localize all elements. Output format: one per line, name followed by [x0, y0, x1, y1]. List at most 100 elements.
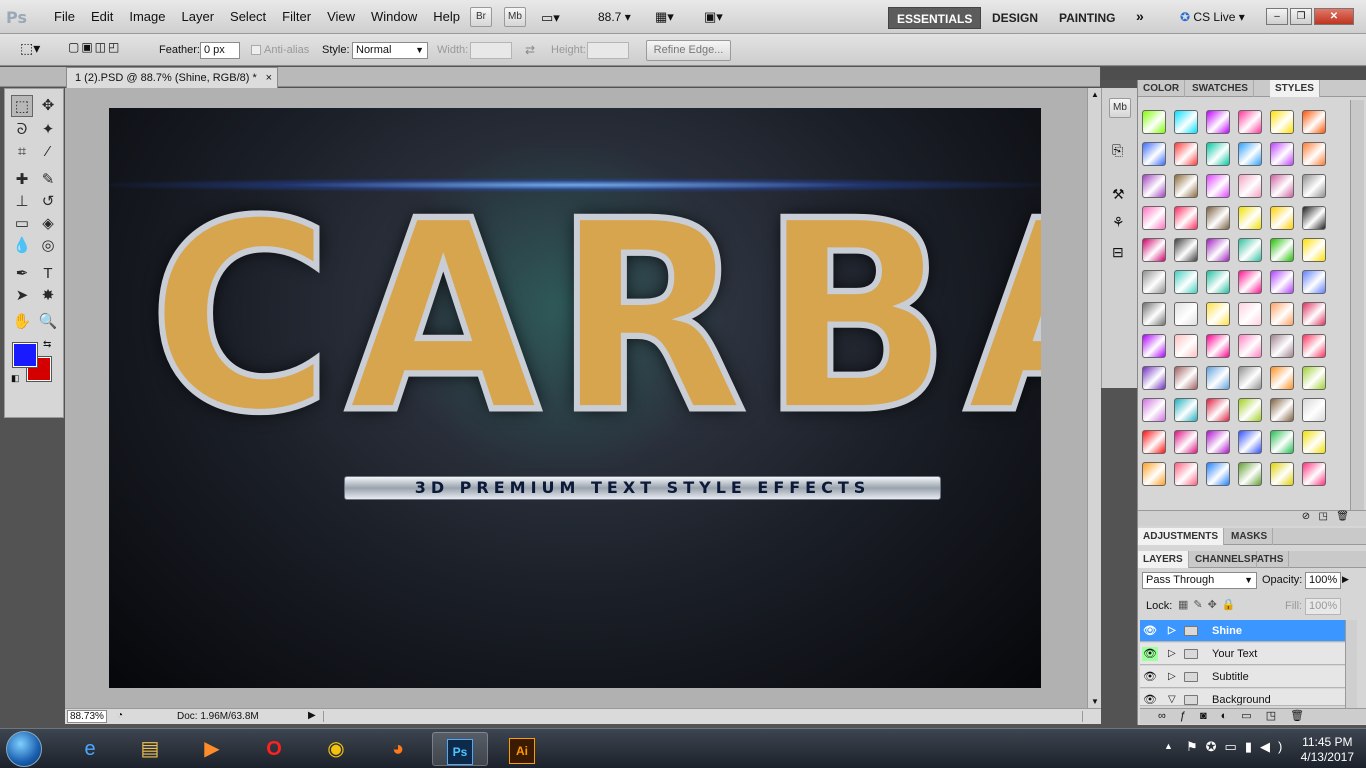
new-group-icon[interactable]: ▭: [1241, 710, 1265, 722]
style-swatch[interactable]: [1206, 462, 1230, 486]
photoshop-taskbar-icon[interactable]: Ps: [432, 732, 488, 766]
menu-file[interactable]: File: [46, 9, 83, 24]
style-swatch[interactable]: [1270, 366, 1294, 390]
arrange-documents-icon[interactable]: ▦▾: [655, 9, 674, 25]
style-swatch[interactable]: [1270, 462, 1294, 486]
tab-layers[interactable]: LAYERS: [1138, 551, 1189, 568]
menu-help[interactable]: Help: [425, 9, 468, 24]
type-tool[interactable]: T: [37, 263, 59, 285]
style-swatch[interactable]: [1174, 462, 1198, 486]
style-swatch[interactable]: [1142, 334, 1166, 358]
zoom-level-dropdown[interactable]: 88.7 ▾: [598, 10, 631, 24]
style-swatch[interactable]: [1142, 302, 1166, 326]
style-swatch[interactable]: [1238, 110, 1262, 134]
style-swatch[interactable]: [1270, 334, 1294, 358]
style-swatch[interactable]: [1206, 238, 1230, 262]
style-swatch[interactable]: [1270, 270, 1294, 294]
style-swatch[interactable]: [1206, 206, 1230, 230]
healing-brush-tool[interactable]: ✚: [11, 169, 33, 191]
style-swatch[interactable]: [1238, 238, 1262, 262]
layer-mask-icon[interactable]: ◙: [1200, 710, 1221, 722]
style-swatch[interactable]: [1270, 398, 1294, 422]
hand-tool[interactable]: ✋: [11, 311, 33, 333]
foreground-color-swatch[interactable]: [12, 342, 38, 368]
zoom-tool[interactable]: 🔍: [37, 311, 59, 333]
opacity-arrow-icon[interactable]: ▶: [1342, 574, 1349, 585]
clone-source-icon[interactable]: ⚘: [1112, 214, 1125, 231]
delete-style-icon[interactable]: 🗑: [1336, 511, 1349, 522]
visibility-eye-icon[interactable]: 👁: [1142, 670, 1158, 684]
style-swatch[interactable]: [1270, 302, 1294, 326]
layer-row-background[interactable]: 👁 ▽ Background: [1140, 689, 1345, 706]
style-swatch[interactable]: [1238, 430, 1262, 454]
firefox-icon[interactable]: ◕: [370, 732, 426, 766]
style-swatch[interactable]: [1238, 206, 1262, 230]
fill-input[interactable]: 100%: [1305, 598, 1341, 615]
style-swatch[interactable]: [1142, 206, 1166, 230]
expand-arrow-icon[interactable]: ▷: [1168, 666, 1176, 688]
style-swatch[interactable]: [1174, 430, 1198, 454]
style-swatch[interactable]: [1238, 334, 1262, 358]
style-swatch[interactable]: [1206, 398, 1230, 422]
collapse-arrow-icon[interactable]: ▽: [1168, 689, 1176, 705]
style-swatch[interactable]: [1142, 366, 1166, 390]
style-select[interactable]: Normal ▼: [352, 42, 428, 59]
internet-explorer-icon[interactable]: e: [62, 732, 118, 766]
eraser-tool[interactable]: ▭: [11, 213, 33, 235]
visibility-eye-icon[interactable]: 👁: [1142, 624, 1158, 638]
style-swatch[interactable]: [1302, 142, 1326, 166]
close-tab-icon[interactable]: ×: [266, 68, 272, 88]
document-tab[interactable]: 1 (2).PSD @ 88.7% (Shine, RGB/8) * ×: [66, 67, 278, 88]
menu-window[interactable]: Window: [363, 9, 425, 24]
style-swatch[interactable]: [1174, 302, 1198, 326]
document-canvas[interactable]: CARBA 3D PREMIUM TEXT STYLE EFFECTS: [109, 108, 1041, 688]
close-window-button[interactable]: ✕: [1314, 8, 1354, 25]
style-swatch[interactable]: [1302, 270, 1326, 294]
style-swatch[interactable]: [1238, 302, 1262, 326]
menu-view[interactable]: View: [319, 9, 363, 24]
style-swatch[interactable]: [1270, 206, 1294, 230]
style-swatch[interactable]: [1302, 206, 1326, 230]
new-layer-icon[interactable]: ◳: [1266, 710, 1290, 722]
menu-edit[interactable]: Edit: [83, 9, 121, 24]
style-swatch[interactable]: [1238, 462, 1262, 486]
style-swatch[interactable]: [1302, 174, 1326, 198]
style-swatch[interactable]: [1270, 430, 1294, 454]
chrome-icon[interactable]: ◉: [308, 732, 364, 766]
style-swatch[interactable]: [1206, 430, 1230, 454]
style-swatch[interactable]: [1238, 366, 1262, 390]
style-swatch[interactable]: [1302, 302, 1326, 326]
canvas-vertical-scrollbar[interactable]: ▲ ▼: [1087, 88, 1101, 708]
show-hidden-icons[interactable]: ▲: [1164, 741, 1173, 751]
layer-row-subtitle[interactable]: 👁 ▷ Subtitle: [1140, 666, 1345, 688]
layer-row-shine[interactable]: 👁 ▷ Shine: [1140, 620, 1345, 642]
default-colors-icon[interactable]: ◧: [11, 373, 20, 384]
minimize-button[interactable]: –: [1266, 8, 1288, 25]
eyedropper-tool[interactable]: ⁄: [37, 141, 59, 163]
workspace-essentials[interactable]: ESSENTIALS: [888, 7, 982, 29]
style-swatch[interactable]: [1174, 142, 1198, 166]
style-swatch[interactable]: [1142, 270, 1166, 294]
style-swatch[interactable]: [1302, 366, 1326, 390]
media-player-icon[interactable]: ▶: [184, 732, 240, 766]
workspace-painting[interactable]: PAINTING: [1051, 7, 1123, 29]
style-swatch[interactable]: [1142, 430, 1166, 454]
link-layers-icon[interactable]: ∞: [1158, 710, 1180, 722]
brush-presets-icon[interactable]: ⚒: [1112, 186, 1125, 203]
style-swatch[interactable]: [1206, 142, 1230, 166]
style-swatch[interactable]: [1174, 206, 1198, 230]
style-swatch[interactable]: [1238, 174, 1262, 198]
start-button[interactable]: [6, 731, 42, 767]
style-swatch[interactable]: [1206, 366, 1230, 390]
style-swatch[interactable]: [1302, 398, 1326, 422]
menu-image[interactable]: Image: [121, 9, 173, 24]
style-swatch[interactable]: [1206, 334, 1230, 358]
more-workspaces-icon[interactable]: »: [1136, 8, 1144, 24]
style-swatch[interactable]: [1142, 398, 1166, 422]
style-swatch[interactable]: [1206, 302, 1230, 326]
view-extras-icon[interactable]: ▭▾: [541, 10, 560, 26]
expand-arrow-icon[interactable]: ▷: [1168, 643, 1176, 665]
pen-tool[interactable]: ✒: [11, 263, 33, 285]
style-swatch[interactable]: [1302, 430, 1326, 454]
history-panel-icon[interactable]: ⎘: [1112, 142, 1123, 159]
